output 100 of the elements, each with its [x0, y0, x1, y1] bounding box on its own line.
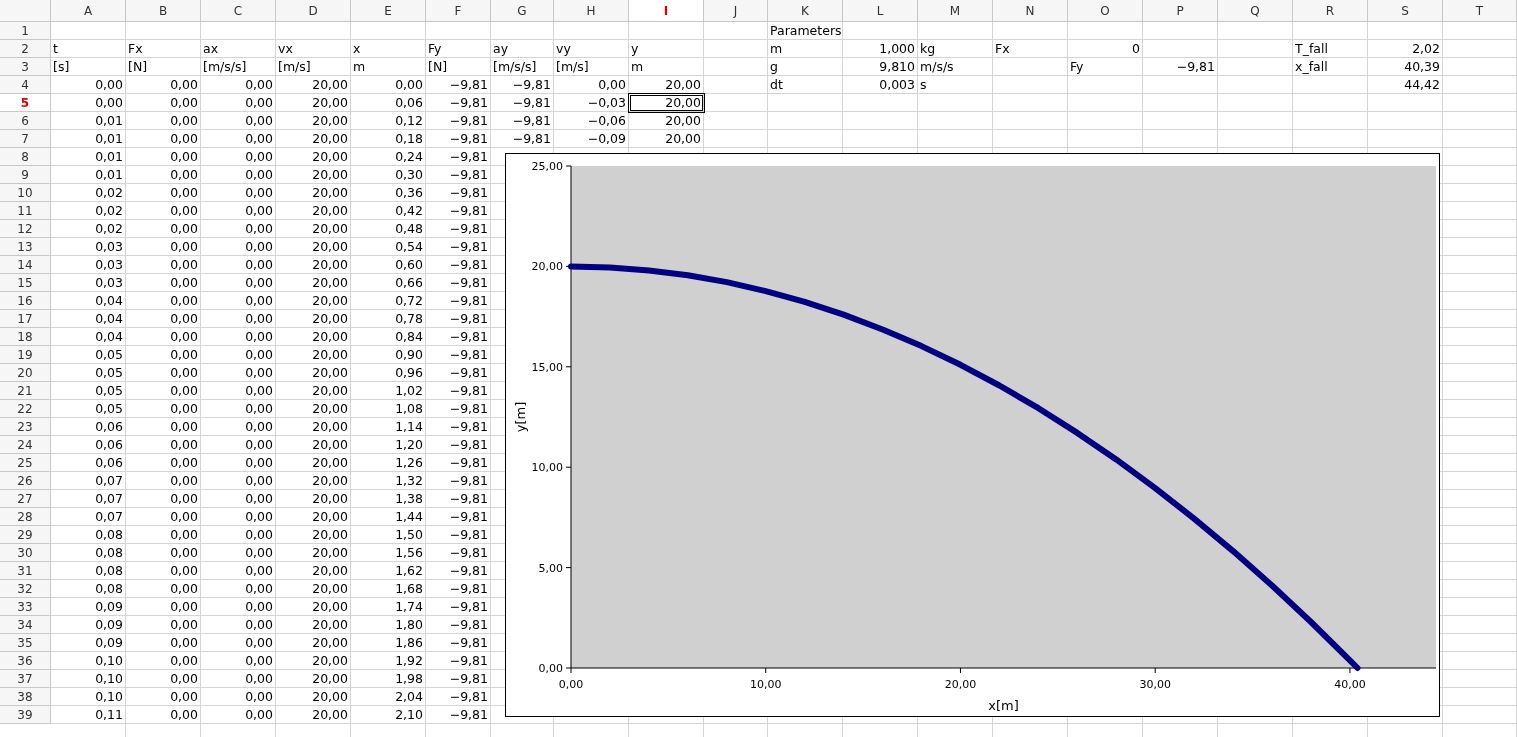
column-header[interactable]: M [918, 0, 993, 22]
table-cell-text: −9,81 [448, 166, 489, 184]
table-cell: 20,00 [629, 94, 704, 112]
column-header[interactable]: L [843, 0, 918, 22]
table-cell-text: 0,30 [394, 166, 424, 184]
row-header[interactable]: 37 [0, 670, 51, 688]
column-header[interactable]: A [51, 0, 126, 22]
column-header[interactable]: R [1293, 0, 1368, 22]
row-header[interactable]: 22 [0, 400, 51, 418]
table-cell-text: [m/s] [555, 58, 590, 76]
table-cell-text: 20,00 [311, 148, 349, 166]
column-header[interactable]: K [768, 0, 843, 22]
table-cell-text: −9,81 [1175, 58, 1216, 76]
table-cell-text: 1,50 [394, 526, 424, 544]
row-header[interactable]: 25 [0, 454, 51, 472]
column-header[interactable]: F [426, 0, 491, 22]
row-header[interactable]: 26 [0, 472, 51, 490]
column-header[interactable]: T [1443, 0, 1517, 22]
row-header[interactable]: 16 [0, 292, 51, 310]
column-header[interactable]: P [1143, 0, 1218, 22]
table-cell-text: −0,06 [586, 112, 627, 130]
table-cell-text: 0,00 [169, 184, 199, 202]
table-cell-text: 0,00 [244, 580, 274, 598]
column-header[interactable]: I [629, 0, 704, 22]
column-header[interactable]: D [276, 0, 351, 22]
row-header[interactable]: 5 [0, 94, 51, 112]
row-header[interactable]: 36 [0, 652, 51, 670]
row-header[interactable]: 19 [0, 346, 51, 364]
table-cell-text: 0,00 [244, 562, 274, 580]
row-header[interactable]: 1 [0, 22, 51, 40]
row-header[interactable]: 12 [0, 220, 51, 238]
row-header[interactable]: 30 [0, 544, 51, 562]
table-cell-text: 0,08 [94, 544, 124, 562]
row-header[interactable]: 10 [0, 184, 51, 202]
row-header[interactable]: 2 [0, 40, 51, 58]
row-header[interactable]: 33 [0, 598, 51, 616]
column-header[interactable]: S [1368, 0, 1443, 22]
table-cell-text: 9,810 [878, 58, 916, 76]
row-header[interactable]: 38 [0, 688, 51, 706]
row-header[interactable]: 11 [0, 202, 51, 220]
column-header[interactable]: B [126, 0, 201, 22]
row-header[interactable]: 32 [0, 580, 51, 598]
table-cell-text: 0,00 [169, 670, 199, 688]
row-header[interactable]: 4 [0, 76, 51, 94]
table-cell-text: t [52, 40, 59, 58]
row-header[interactable]: 15 [0, 274, 51, 292]
row-header[interactable]: 35 [0, 634, 51, 652]
table-cell-text: 1,32 [394, 472, 424, 490]
table-cell-text: x [352, 40, 362, 58]
row-header[interactable]: 39 [0, 706, 51, 724]
table-cell-text: kg [919, 40, 937, 58]
tick-label: 20,00 [944, 678, 977, 691]
table-cell-text: 20,00 [311, 400, 349, 418]
table-cell-text: 20,00 [664, 130, 702, 148]
table-cell-text: 0,00 [244, 598, 274, 616]
row-header[interactable]: 21 [0, 382, 51, 400]
column-header[interactable]: E [351, 0, 426, 22]
table-cell-text: [m/s] [277, 58, 312, 76]
column-header[interactable]: G [491, 0, 554, 22]
table-cell-text: 0,06 [94, 418, 124, 436]
row-header[interactable]: 20 [0, 364, 51, 382]
table-cell-text: 1,26 [394, 454, 424, 472]
row-header[interactable]: 7 [0, 130, 51, 148]
row-header[interactable]: 6 [0, 112, 51, 130]
row-header[interactable]: 23 [0, 418, 51, 436]
row-header[interactable]: 28 [0, 508, 51, 526]
table-cell-text: −9,81 [448, 76, 489, 94]
table-cell-text: 0,00 [244, 274, 274, 292]
table-cell-text: 0,02 [94, 202, 124, 220]
column-header[interactable]: C [201, 0, 276, 22]
row-header[interactable]: 27 [0, 490, 51, 508]
table-cell-text: Fx [127, 40, 144, 58]
table-cell-text: 0,00 [394, 76, 424, 94]
column-header[interactable]: Q [1218, 0, 1293, 22]
row-header[interactable]: 31 [0, 562, 51, 580]
table-cell-text: 20,00 [311, 508, 349, 526]
table-cell-text: −9,81 [448, 292, 489, 310]
table-cell-text: 0,09 [94, 598, 124, 616]
table-cell-text: s [919, 76, 928, 94]
row-header[interactable]: 3 [0, 58, 51, 76]
table-cell-text: m [630, 58, 645, 76]
row-header[interactable]: 18 [0, 328, 51, 346]
table-cell-text: 1,44 [394, 508, 424, 526]
column-header[interactable]: O [1068, 0, 1143, 22]
row-header[interactable]: 29 [0, 526, 51, 544]
column-header[interactable]: N [993, 0, 1068, 22]
table-cell-text: 0,05 [94, 382, 124, 400]
row-header[interactable]: 13 [0, 238, 51, 256]
column-header[interactable]: J [704, 0, 768, 22]
select-all-corner[interactable] [0, 0, 51, 22]
column-header[interactable]: H [554, 0, 629, 22]
row-header[interactable]: 9 [0, 166, 51, 184]
row-header[interactable]: 17 [0, 310, 51, 328]
table-cell-text: 20,00 [311, 310, 349, 328]
row-header[interactable]: 8 [0, 148, 51, 166]
table-cell-text: 0,00 [169, 274, 199, 292]
row-header[interactable]: 24 [0, 436, 51, 454]
table-cell-text: −0,09 [586, 130, 627, 148]
row-header[interactable]: 14 [0, 256, 51, 274]
row-header[interactable]: 34 [0, 616, 51, 634]
